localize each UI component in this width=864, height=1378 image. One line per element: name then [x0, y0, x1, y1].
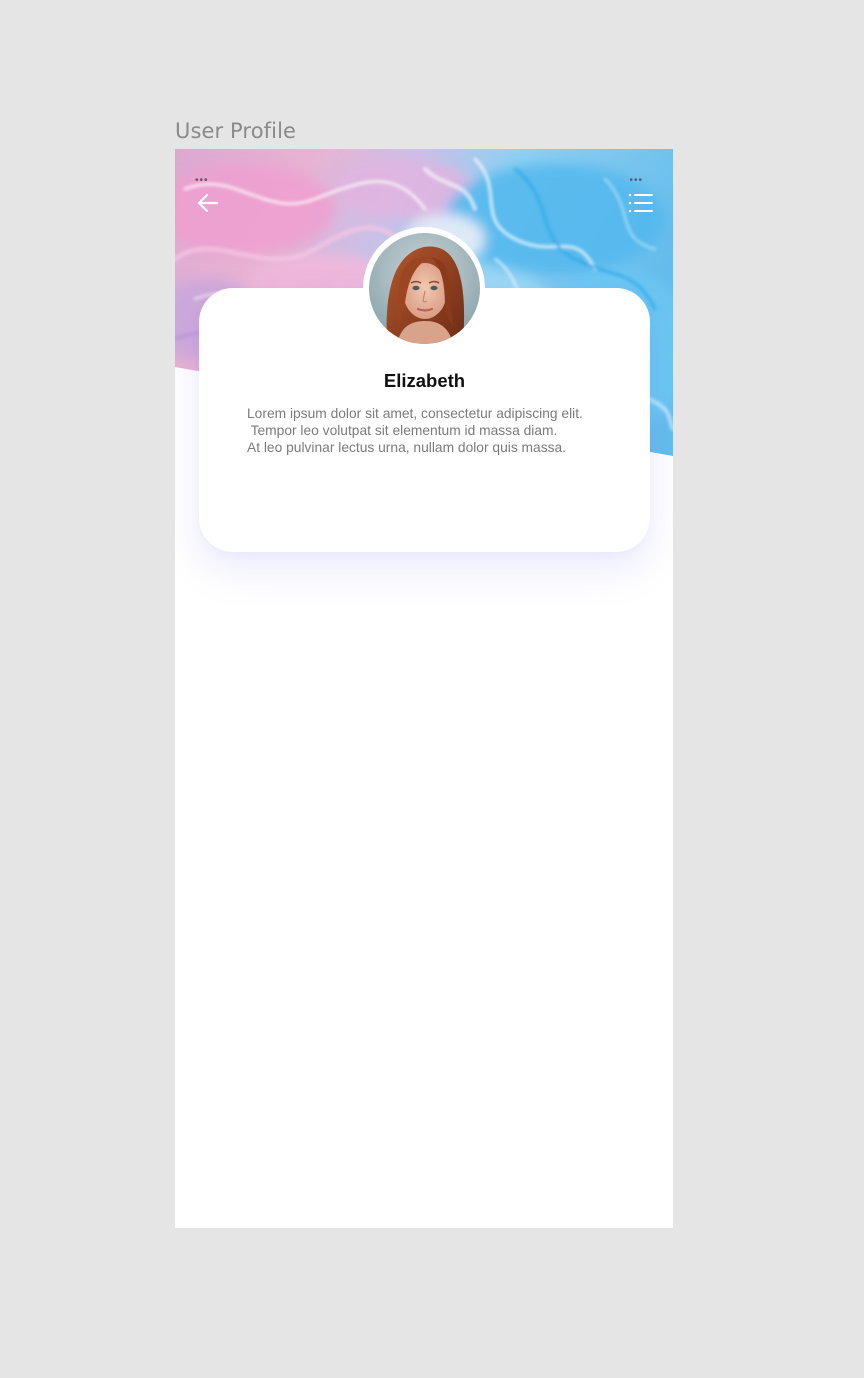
profile-screen: ••• ••• Elizabeth Lorem ipsum dolor sit …: [175, 149, 673, 1228]
avatar-frame[interactable]: [363, 227, 485, 349]
frame-label: User Profile: [175, 119, 297, 143]
avatar: [368, 232, 480, 344]
profile-bio: Lorem ipsum dolor sit amet, consectetur …: [247, 405, 627, 456]
bio-line: Tempor leo volutpat sit elementum id mas…: [247, 423, 558, 438]
bio-line: At leo pulvinar lectus urna, nullam dolo…: [247, 440, 567, 455]
back-button[interactable]: [190, 185, 226, 221]
profile-name: Elizabeth: [383, 370, 466, 391]
list-menu-icon: [628, 193, 653, 213]
menu-button[interactable]: [623, 185, 659, 221]
bio-line: Lorem ipsum dolor sit amet, consectetur …: [247, 406, 583, 421]
arrow-left-icon: [197, 193, 219, 213]
